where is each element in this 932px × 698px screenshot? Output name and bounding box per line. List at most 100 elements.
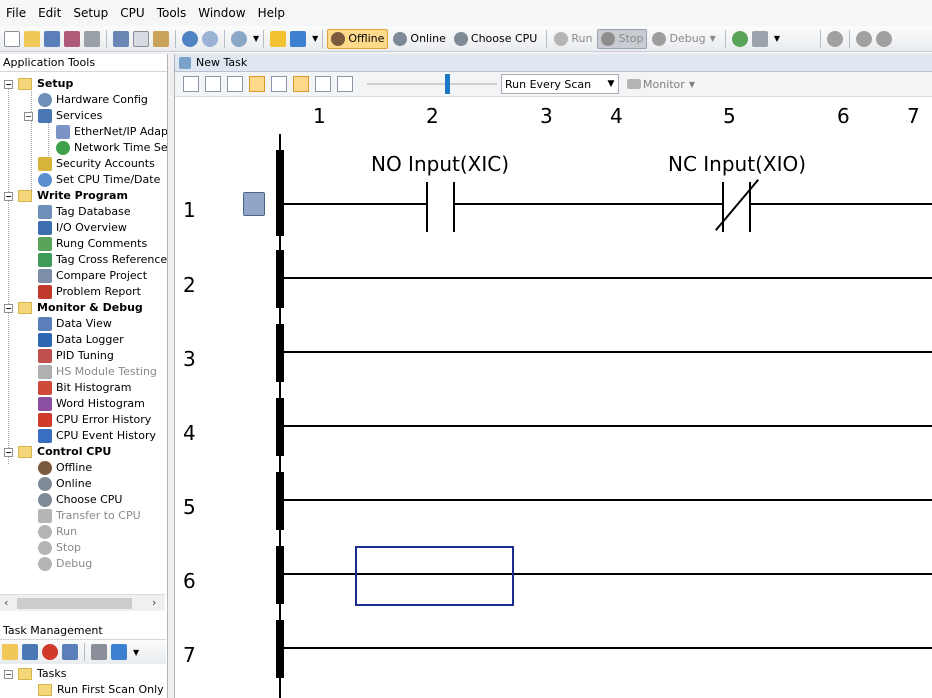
rung-6-rail[interactable] [276,546,284,604]
scrollbar-thumb[interactable] [17,598,132,609]
collapse-icon[interactable]: − [4,447,13,457]
undo-icon[interactable] [182,30,198,47]
choose-cpu-button[interactable]: Choose CPU [451,29,540,49]
tree-horizontal-scrollbar[interactable]: ‹ › [0,594,165,611]
cut-icon[interactable] [113,30,129,47]
tree-bit-histogram[interactable]: Bit Histogram [38,380,131,396]
lock-icon[interactable] [270,30,287,47]
scan-mode-select[interactable]: Run Every Scan ▼ [501,74,619,94]
tree-pid-tuning[interactable]: PID Tuning [38,348,114,364]
new-task-icon[interactable] [2,644,18,660]
rung-1-rail[interactable] [276,150,284,236]
tree-compare-project[interactable]: Compare Project [38,268,147,284]
run-button[interactable]: Run [551,29,595,49]
expand-width-icon[interactable] [315,76,331,92]
view-toggle-6-icon[interactable] [293,76,309,92]
scroll-left-icon[interactable]: ‹ [4,596,8,609]
tree-run-first-scan[interactable]: Run First Scan Only [38,682,164,698]
online-button[interactable]: Online [390,29,448,49]
compress-width-icon[interactable] [337,76,353,92]
offline-button[interactable]: Offline [327,28,389,49]
tree-tag-database[interactable]: Tag Database [38,204,131,220]
rung-5-rail[interactable] [276,472,284,530]
menu-edit[interactable]: Edit [32,6,67,20]
tree-data-view[interactable]: Data View [38,316,112,332]
zoom-slider[interactable] [367,74,497,94]
search-icon[interactable] [231,30,247,47]
tree-set-cpu-time[interactable]: Set CPU Time/Date [38,172,160,188]
rung-2-rail[interactable] [276,250,284,308]
copy-task-icon[interactable] [62,644,78,660]
move-task-icon[interactable] [111,644,127,660]
stop-button[interactable]: Stop [597,28,648,49]
tree-offline[interactable]: Offline [38,460,92,476]
save-as-icon[interactable] [64,30,80,47]
collapse-icon[interactable]: − [4,191,13,201]
open-folder-icon[interactable] [24,30,40,47]
tree-monitor-debug[interactable]: − Monitor & Debug [4,300,143,316]
tree-control-cpu[interactable]: − Control CPU [4,444,111,460]
rung-4-rail[interactable] [276,398,284,456]
no-contact-right-bar[interactable] [453,182,455,232]
menu-setup[interactable]: Setup [67,6,114,20]
tree-hs-module-testing[interactable]: HS Module Testing [38,364,157,380]
print-icon[interactable] [84,30,100,47]
tree-word-histogram[interactable]: Word Histogram [38,396,145,412]
tree-services[interactable]: − Services [24,108,102,124]
tree-cpu-event-history[interactable]: CPU Event History [38,428,156,444]
tree-rung-comments[interactable]: Rung Comments [38,236,147,252]
tree-security-accounts[interactable]: Security Accounts [38,156,155,172]
slider-knob[interactable] [445,74,450,94]
chevron-down-icon[interactable]: ▼ [253,34,259,43]
tree-ethernet-ip[interactable]: EtherNet/IP Adapt [56,124,167,140]
debug-button[interactable]: Debug ▼ [649,29,718,49]
no-contact-left-bar[interactable] [426,182,428,232]
tree-write-program[interactable]: − Write Program [4,188,128,204]
tree-online[interactable]: Online [38,476,91,492]
menu-help[interactable]: Help [252,6,291,20]
collapse-icon[interactable]: − [4,79,13,89]
tree-stop[interactable]: Stop [38,540,81,556]
paste-icon[interactable] [153,30,169,47]
view-toggle-2-icon[interactable] [205,76,221,92]
scroll-right-icon[interactable]: › [152,596,156,609]
tree-setup[interactable]: − Setup [4,76,73,92]
tree-io-overview[interactable]: I/O Overview [38,220,127,236]
chevron-down-icon[interactable]: ▼ [133,648,139,657]
view-toggle-3-icon[interactable] [227,76,243,92]
save-icon[interactable] [44,30,60,47]
gear-icon[interactable] [875,30,892,47]
menu-cpu[interactable]: CPU [114,6,150,20]
redo-icon[interactable] [202,30,218,47]
menu-window[interactable]: Window [192,6,251,20]
tree-tasks[interactable]: − Tasks [4,666,66,682]
rung-7-rail[interactable] [276,620,284,678]
tree-choose-cpu[interactable]: Choose CPU [38,492,122,508]
view-toggle-5-icon[interactable] [271,76,287,92]
transfer-gear-icon[interactable] [731,30,748,47]
text-toggle-icon[interactable] [249,76,265,92]
tree-network-time[interactable]: Network Time Serv [56,140,167,156]
monitor-button[interactable]: Monitor ▼ [625,78,695,91]
collapse-icon[interactable]: − [24,111,33,121]
collapse-icon[interactable]: − [4,669,13,679]
cpu-icon[interactable] [751,30,768,47]
copy-icon[interactable] [133,30,149,47]
menu-tools[interactable]: Tools [151,6,193,20]
tree-run[interactable]: Run [38,524,77,540]
tree-tag-cross-reference[interactable]: Tag Cross Reference [38,252,167,268]
tree-hardware-config[interactable]: Hardware Config [38,92,148,108]
delete-task-icon[interactable] [42,644,58,660]
ladder-canvas[interactable]: 1 2 3 4 5 6 7 1 NO Input(XIC) NC Input(X… [175,98,932,698]
tree-transfer-to-cpu[interactable]: Transfer to CPU [38,508,141,524]
task-window-icon[interactable] [22,644,38,660]
settings-gear-icon[interactable] [855,30,872,47]
collapse-icon[interactable]: − [4,303,13,313]
tree-cpu-error-history[interactable]: CPU Error History [38,412,151,428]
gear-icon[interactable] [826,30,843,47]
sort-order-icon[interactable] [91,644,107,660]
new-file-icon[interactable] [4,30,20,47]
tree-debug[interactable]: Debug [38,556,92,572]
tree-problem-report[interactable]: Problem Report [38,284,141,300]
tree-data-logger[interactable]: Data Logger [38,332,124,348]
